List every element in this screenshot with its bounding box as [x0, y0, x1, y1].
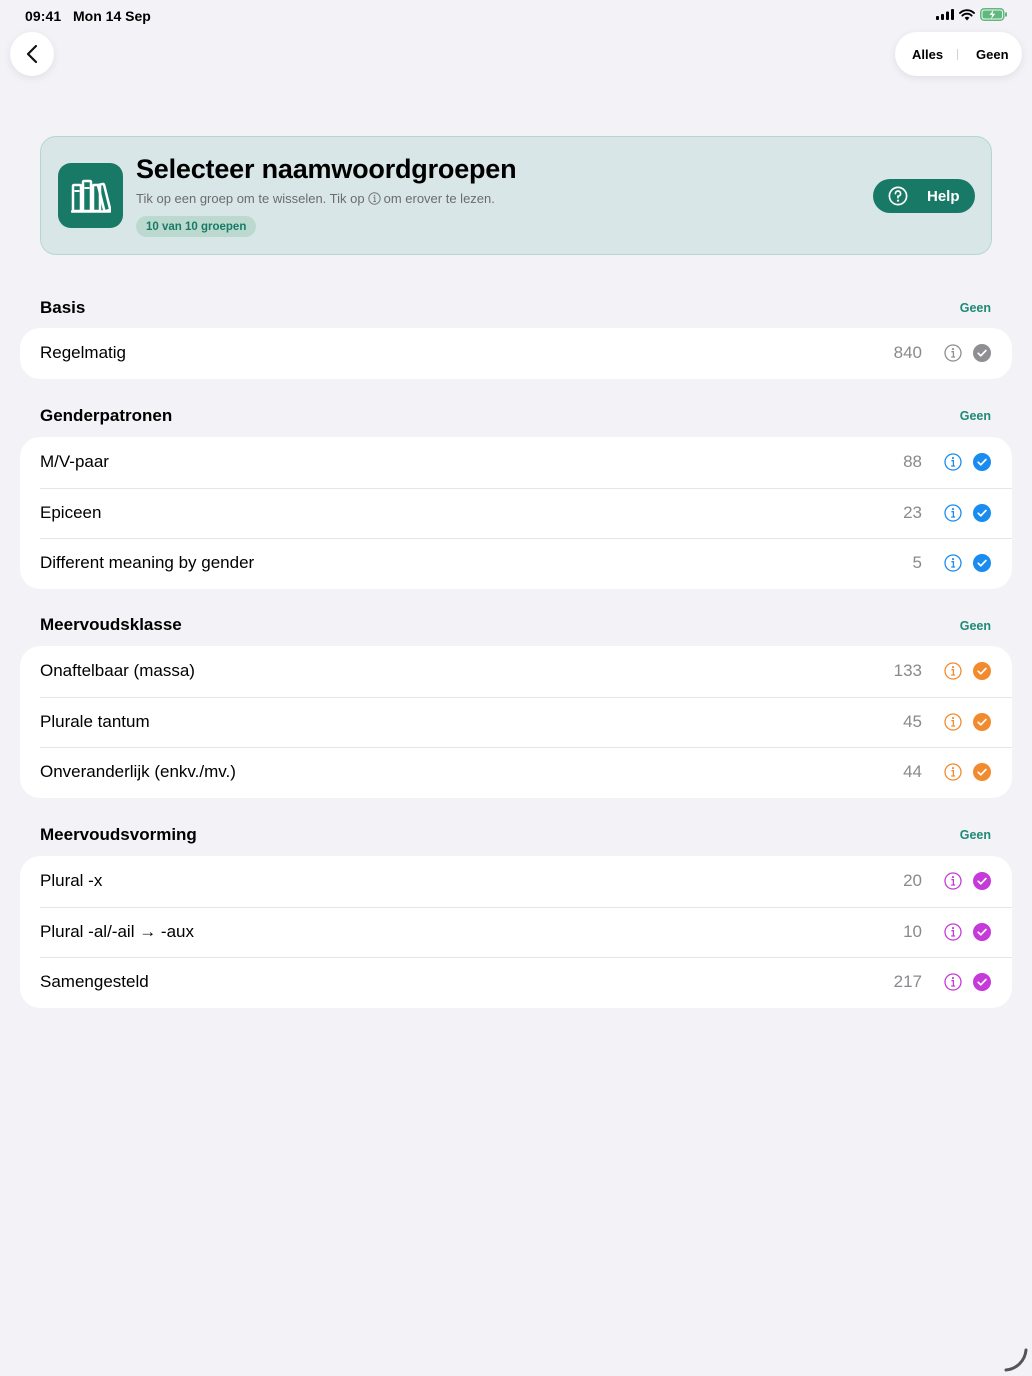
- group-count: 23: [903, 502, 922, 522]
- help-button-label: Help: [927, 187, 960, 205]
- header-card: Selecteer naamwoordgroepen Tik op een gr…: [40, 136, 992, 255]
- checkmark-circle-icon[interactable]: [973, 712, 991, 731]
- question-circle-icon: [888, 186, 908, 206]
- group-label: Plural -x: [40, 871, 103, 891]
- select-all-button[interactable]: Alles: [912, 47, 943, 62]
- group-count: 88: [903, 452, 922, 472]
- select-all-none-control: Alles Geen: [895, 32, 1022, 76]
- group-label: Onveranderlijk (enkv./mv.): [40, 762, 236, 782]
- info-icon[interactable]: [944, 453, 962, 471]
- section-title-genderpatronen: Genderpatronen: [40, 406, 173, 425]
- group-row[interactable]: Plurale tantum 45: [20, 696, 1012, 748]
- group-count: 5: [912, 553, 922, 573]
- checkmark-circle-icon[interactable]: [973, 503, 991, 522]
- help-button[interactable]: Help: [873, 179, 975, 213]
- section-none-button-genderpatronen[interactable]: Geen: [960, 409, 991, 423]
- info-icon[interactable]: [944, 504, 962, 522]
- section-card-meervoudsvorming: Plural -x 20 Plural -al/-ail → -aux 10 S…: [20, 856, 1012, 1008]
- checkmark-circle-icon[interactable]: [973, 662, 991, 681]
- group-row[interactable]: Onveranderlijk (enkv./mv.) 44: [20, 747, 1012, 798]
- section-none-button-basis[interactable]: Geen: [960, 301, 991, 315]
- checkmark-circle-icon[interactable]: [973, 872, 991, 891]
- group-count: 840: [893, 343, 922, 363]
- group-count: 20: [903, 871, 922, 891]
- group-label: Epiceen: [40, 502, 102, 522]
- info-icon[interactable]: [944, 872, 962, 890]
- status-icons: [936, 8, 1008, 21]
- info-icon[interactable]: [944, 713, 962, 731]
- section-title-meervoudsvorming: Meervoudsvorming: [40, 825, 197, 844]
- subtitle-text-end: om erover te lezen.: [383, 191, 495, 206]
- group-label: Regelmatig: [40, 343, 126, 363]
- resize-handle-icon[interactable]: [998, 1344, 1030, 1376]
- status-bar: 09:41 Mon 14 Sep: [0, 0, 1032, 32]
- battery-charging-icon: [980, 8, 1008, 21]
- group-label: Plurale tantum: [40, 711, 150, 731]
- subtitle-text-start: Tik op een groep om te wisselen. Tik op: [136, 191, 365, 206]
- group-count: 10: [903, 921, 922, 941]
- select-none-button[interactable]: Geen: [976, 47, 1009, 62]
- info-icon[interactable]: [944, 554, 962, 572]
- wifi-icon: [959, 8, 975, 21]
- books-icon: [58, 163, 123, 228]
- page-title: Selecteer naamwoordgroepen: [136, 154, 517, 184]
- segment-divider: [957, 49, 958, 60]
- section-title-basis: Basis: [40, 298, 86, 317]
- checkmark-circle-icon[interactable]: [973, 922, 991, 941]
- info-icon[interactable]: [944, 973, 962, 991]
- group-row[interactable]: Plural -x 20: [20, 856, 1012, 907]
- info-icon: [367, 192, 381, 205]
- checkmark-circle-icon[interactable]: [973, 453, 991, 472]
- group-row[interactable]: M/V-paar 88: [20, 437, 1012, 488]
- selection-count-badge: 10 van 10 groepen: [136, 216, 257, 237]
- info-icon[interactable]: [944, 763, 962, 781]
- group-label: Onaftelbaar (massa): [40, 661, 195, 681]
- group-count: 133: [893, 661, 922, 681]
- status-time: 09:41: [25, 8, 62, 24]
- group-label: Different meaning by gender: [40, 553, 255, 573]
- checkmark-circle-icon[interactable]: [973, 344, 991, 363]
- group-row[interactable]: Different meaning by gender 5: [20, 538, 1012, 589]
- group-label: M/V-paar: [40, 452, 109, 472]
- back-button[interactable]: [10, 32, 54, 76]
- cellular-signal-icon: [936, 9, 954, 20]
- page-subtitle: Tik op een groep om te wisselen. Tik op …: [136, 191, 495, 206]
- chevron-left-icon: [25, 44, 39, 64]
- group-count: 45: [903, 711, 922, 731]
- group-count: 44: [903, 762, 922, 782]
- group-label: Samengesteld: [40, 972, 149, 992]
- status-date: Mon 14 Sep: [73, 8, 151, 24]
- section-card-meervoudsklasse: Onaftelbaar (massa) 133 Plurale tantum 4…: [20, 646, 1012, 798]
- info-icon[interactable]: [944, 662, 962, 680]
- group-row[interactable]: Regelmatig 840: [20, 328, 1012, 379]
- info-icon[interactable]: [944, 344, 962, 362]
- group-row[interactable]: Epiceen 23: [20, 487, 1012, 539]
- group-count: 217: [893, 972, 922, 992]
- section-none-button-meervoudsklasse[interactable]: Geen: [960, 619, 991, 633]
- group-row[interactable]: Plural -al/-ail → -aux 10: [20, 906, 1012, 958]
- group-label: Plural -al/-ail → -aux: [40, 921, 194, 941]
- group-row[interactable]: Onaftelbaar (massa) 133: [20, 646, 1012, 697]
- info-icon[interactable]: [944, 923, 962, 941]
- section-card-genderpatronen: M/V-paar 88 Epiceen 23 Different meaning…: [20, 437, 1012, 589]
- section-title-meervoudsklasse: Meervoudsklasse: [40, 615, 182, 634]
- checkmark-circle-icon[interactable]: [973, 554, 991, 573]
- checkmark-circle-icon[interactable]: [973, 973, 991, 992]
- group-row[interactable]: Samengesteld 217: [20, 957, 1012, 1008]
- section-card-basis: Regelmatig 840: [20, 328, 1012, 379]
- section-none-button-meervoudsvorming[interactable]: Geen: [960, 828, 991, 842]
- checkmark-circle-icon[interactable]: [973, 763, 991, 782]
